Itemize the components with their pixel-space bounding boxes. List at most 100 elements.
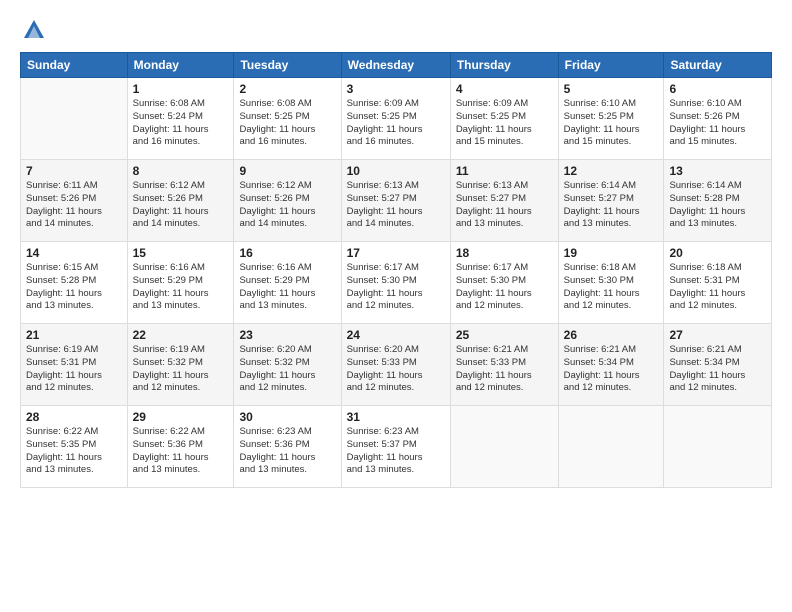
calendar-day-cell: 3Sunrise: 6:09 AMSunset: 5:25 PMDaylight… [341,78,450,160]
calendar-day-cell: 17Sunrise: 6:17 AMSunset: 5:30 PMDayligh… [341,242,450,324]
calendar-day-cell: 2 Sunrise: 6:08 AMSunset: 5:25 PMDaylight… [234,78,341,160]
calendar-day-cell: 20 Sunrise: 6:18 AMSunset: 5:31 PMDayligh… [664,242,772,324]
day-number: 23 [239,328,335,342]
weekday-header-cell: Monday [127,53,234,78]
day-info: Sunrise: 6:23 AMSunset: 5:37 PMDaylight:… [347,426,445,477]
calendar-day-cell: 31 Sunrise: 6:23 AMSunset: 5:37 PMDayligh… [341,406,450,488]
calendar-day-cell: 8Sunrise: 6:12 AMSunset: 5:26 PMDaylight… [127,160,234,242]
day-number: 29 [133,410,229,424]
day-info: Sunrise: 6:10 AMSunset: 5:26 PMDaylight:… [669,98,766,149]
page-header [20,16,772,44]
day-info: Sunrise: 6:16 AMSunset: 5:29 PMDaylight:… [239,262,335,313]
day-number: 20 [669,246,766,260]
calendar-day-cell: 30 Sunrise: 6:23 AMSunset: 5:36 PMDayligh… [234,406,341,488]
day-info: Sunrise: 6:08 AMSunset: 5:25 PMDaylight:… [239,98,335,149]
day-info: Sunrise: 6:21 AMSunset: 5:34 PMDaylight:… [669,344,766,395]
day-info: Sunrise: 6:17 AMSunset: 5:30 PMDaylight:… [456,262,553,313]
calendar-week-row: 7 Sunrise: 6:11 AMSunset: 5:26 PMDaylight… [21,160,772,242]
day-number: 2 [239,82,335,96]
day-info: Sunrise: 6:22 AMSunset: 5:35 PMDaylight:… [26,426,122,477]
day-info: Sunrise: 6:19 AMSunset: 5:32 PMDaylight:… [133,344,229,395]
calendar-day-cell: 6Sunrise: 6:10 AMSunset: 5:26 PMDaylight… [664,78,772,160]
day-number: 7 [26,164,122,178]
day-info: Sunrise: 6:20 AMSunset: 5:33 PMDaylight:… [347,344,445,395]
day-number: 22 [133,328,229,342]
calendar-day-cell: 7 Sunrise: 6:11 AMSunset: 5:26 PMDaylight… [21,160,128,242]
calendar-day-cell: 15Sunrise: 6:16 AMSunset: 5:29 PMDayligh… [127,242,234,324]
calendar-day-cell: 21 Sunrise: 6:19 AMSunset: 5:31 PMDayligh… [21,324,128,406]
calendar-day-cell [450,406,558,488]
weekday-header-cell: Friday [558,53,664,78]
calendar-day-cell: 19Sunrise: 6:18 AMSunset: 5:30 PMDayligh… [558,242,664,324]
calendar-day-cell: 23 Sunrise: 6:20 AMSunset: 5:32 PMDayligh… [234,324,341,406]
weekday-header-cell: Wednesday [341,53,450,78]
day-info: Sunrise: 6:18 AMSunset: 5:30 PMDaylight:… [564,262,659,313]
calendar-day-cell: 9Sunrise: 6:12 AMSunset: 5:26 PMDaylight… [234,160,341,242]
weekday-header-cell: Saturday [664,53,772,78]
calendar-day-cell: 16 Sunrise: 6:16 AMSunset: 5:29 PMDayligh… [234,242,341,324]
calendar-day-cell: 27 Sunrise: 6:21 AMSunset: 5:34 PMDayligh… [664,324,772,406]
day-number: 18 [456,246,553,260]
calendar-day-cell: 1Sunrise: 6:08 AMSunset: 5:24 PMDaylight… [127,78,234,160]
logo-icon [20,16,48,44]
day-number: 5 [564,82,659,96]
day-number: 25 [456,328,553,342]
calendar-day-cell: 18 Sunrise: 6:17 AMSunset: 5:30 PMDayligh… [450,242,558,324]
day-number: 28 [26,410,122,424]
day-number: 4 [456,82,553,96]
day-info: Sunrise: 6:22 AMSunset: 5:36 PMDaylight:… [133,426,229,477]
day-info: Sunrise: 6:17 AMSunset: 5:30 PMDaylight:… [347,262,445,313]
day-number: 14 [26,246,122,260]
day-info: Sunrise: 6:10 AMSunset: 5:25 PMDaylight:… [564,98,659,149]
day-info: Sunrise: 6:14 AMSunset: 5:28 PMDaylight:… [669,180,766,231]
calendar-day-cell: 25 Sunrise: 6:21 AMSunset: 5:33 PMDayligh… [450,324,558,406]
calendar-day-cell [664,406,772,488]
day-info: Sunrise: 6:16 AMSunset: 5:29 PMDaylight:… [133,262,229,313]
calendar-day-cell: 5 Sunrise: 6:10 AMSunset: 5:25 PMDaylight… [558,78,664,160]
day-info: Sunrise: 6:19 AMSunset: 5:31 PMDaylight:… [26,344,122,395]
calendar-week-row: 28 Sunrise: 6:22 AMSunset: 5:35 PMDayligh… [21,406,772,488]
day-number: 3 [347,82,445,96]
day-number: 26 [564,328,659,342]
day-number: 21 [26,328,122,342]
day-info: Sunrise: 6:12 AMSunset: 5:26 PMDaylight:… [239,180,335,231]
day-info: Sunrise: 6:08 AMSunset: 5:24 PMDaylight:… [133,98,229,149]
day-number: 27 [669,328,766,342]
day-info: Sunrise: 6:09 AMSunset: 5:25 PMDaylight:… [456,98,553,149]
calendar-day-cell: 14 Sunrise: 6:15 AMSunset: 5:28 PMDayligh… [21,242,128,324]
day-number: 11 [456,164,553,178]
weekday-header-cell: Tuesday [234,53,341,78]
day-info: Sunrise: 6:23 AMSunset: 5:36 PMDaylight:… [239,426,335,477]
calendar-day-cell: 11Sunrise: 6:13 AMSunset: 5:27 PMDayligh… [450,160,558,242]
day-number: 16 [239,246,335,260]
calendar-body: 1Sunrise: 6:08 AMSunset: 5:24 PMDaylight… [21,78,772,488]
day-info: Sunrise: 6:20 AMSunset: 5:32 PMDaylight:… [239,344,335,395]
day-info: Sunrise: 6:14 AMSunset: 5:27 PMDaylight:… [564,180,659,231]
day-info: Sunrise: 6:11 AMSunset: 5:26 PMDaylight:… [26,180,122,231]
calendar-day-cell: 22 Sunrise: 6:19 AMSunset: 5:32 PMDayligh… [127,324,234,406]
calendar-day-cell: 24 Sunrise: 6:20 AMSunset: 5:33 PMDayligh… [341,324,450,406]
calendar-day-cell [558,406,664,488]
calendar-day-cell: 26 Sunrise: 6:21 AMSunset: 5:34 PMDayligh… [558,324,664,406]
day-info: Sunrise: 6:21 AMSunset: 5:33 PMDaylight:… [456,344,553,395]
day-info: Sunrise: 6:18 AMSunset: 5:31 PMDaylight:… [669,262,766,313]
calendar-day-cell: 4 Sunrise: 6:09 AMSunset: 5:25 PMDaylight… [450,78,558,160]
calendar-page: SundayMondayTuesdayWednesdayThursdayFrid… [0,0,792,612]
calendar-day-cell: 29 Sunrise: 6:22 AMSunset: 5:36 PMDayligh… [127,406,234,488]
calendar-week-row: 1Sunrise: 6:08 AMSunset: 5:24 PMDaylight… [21,78,772,160]
logo [20,16,52,44]
day-number: 30 [239,410,335,424]
weekday-header-cell: Thursday [450,53,558,78]
calendar-week-row: 14 Sunrise: 6:15 AMSunset: 5:28 PMDayligh… [21,242,772,324]
calendar-day-cell [21,78,128,160]
day-info: Sunrise: 6:21 AMSunset: 5:34 PMDaylight:… [564,344,659,395]
day-number: 31 [347,410,445,424]
calendar-day-cell: 12Sunrise: 6:14 AMSunset: 5:27 PMDayligh… [558,160,664,242]
calendar-week-row: 21 Sunrise: 6:19 AMSunset: 5:31 PMDayligh… [21,324,772,406]
weekday-header-row: SundayMondayTuesdayWednesdayThursdayFrid… [21,53,772,78]
day-number: 24 [347,328,445,342]
day-info: Sunrise: 6:13 AMSunset: 5:27 PMDaylight:… [347,180,445,231]
day-info: Sunrise: 6:15 AMSunset: 5:28 PMDaylight:… [26,262,122,313]
day-number: 13 [669,164,766,178]
day-info: Sunrise: 6:12 AMSunset: 5:26 PMDaylight:… [133,180,229,231]
